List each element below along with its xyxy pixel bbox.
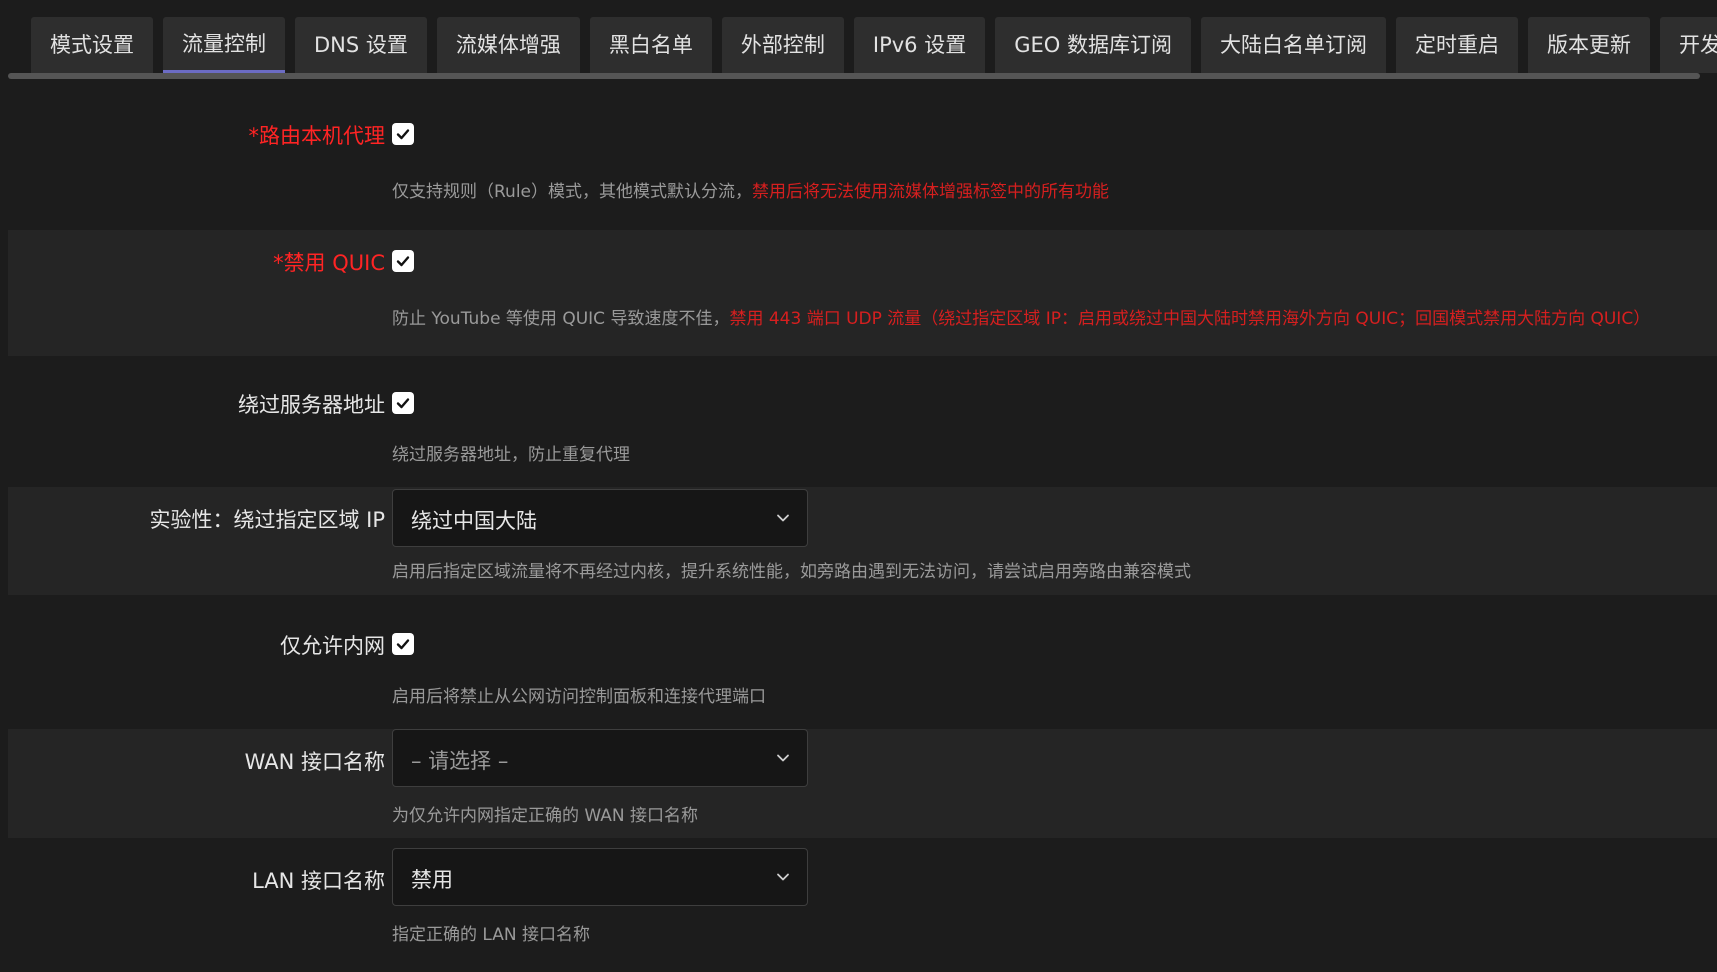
- row-route-local-proxy: *路由本机代理 仅支持规则（Rule）模式，其他模式默认分流，禁用后将无法使用流…: [8, 80, 1717, 230]
- lan-interface-label: LAN 接口名称: [252, 869, 385, 893]
- bypass-server-checkbox[interactable]: [392, 392, 414, 414]
- tab-external-control[interactable]: 外部控制: [721, 17, 844, 73]
- bypass-server-label: 绕过服务器地址: [238, 393, 385, 417]
- tab-geo-subscription[interactable]: GEO 数据库订阅: [995, 17, 1191, 73]
- tab-scrollbar[interactable]: [8, 73, 1700, 79]
- tab-black-white-list[interactable]: 黑白名单: [589, 17, 712, 73]
- row-lan-only: 仅允许内网 启用后将禁止从公网访问控制面板和连接代理端口: [8, 595, 1717, 729]
- lan-interface-select[interactable]: 禁用: [392, 848, 808, 906]
- lan-only-description: 启用后将禁止从公网访问控制面板和连接代理端口: [392, 687, 766, 707]
- disable-quic-warning: 禁用 443 端口 UDP 流量（绕过指定区域 IP：启用或绕过中国大陆时禁用海…: [729, 309, 1651, 329]
- tab-streaming-enhance[interactable]: 流媒体增强: [436, 17, 580, 73]
- wan-interface-placeholder: – 请选择 –: [411, 749, 509, 773]
- route-local-proxy-checkbox[interactable]: [392, 123, 414, 145]
- tab-ipv6-settings[interactable]: IPv6 设置: [853, 17, 986, 73]
- wan-interface-description: 为仅允许内网指定正确的 WAN 接口名称: [392, 806, 699, 826]
- route-local-proxy-warning: 禁用后将无法使用流媒体增强标签中的所有功能: [752, 182, 1110, 202]
- lan-only-label: 仅允许内网: [280, 634, 385, 658]
- checkmark-icon: [396, 398, 410, 409]
- disable-quic-label: *禁用 QUIC: [273, 251, 385, 275]
- bypass-region-description: 启用后指定区域流量将不再经过内核，提升系统性能，如旁路由遇到无法访问，请尝试启用…: [392, 562, 1191, 582]
- lan-interface-description: 指定正确的 LAN 接口名称: [392, 925, 591, 945]
- tab-traffic-control[interactable]: 流量控制: [163, 17, 285, 73]
- bypass-region-select[interactable]: 绕过中国大陆: [392, 489, 808, 547]
- row-bypass-region-ip: 实验性：绕过指定区域 IP 绕过中国大陆 启用后指定区域流量将不再经过内核，提升…: [8, 487, 1717, 595]
- row-wan-interface: WAN 接口名称 – 请选择 – 为仅允许内网指定正确的 WAN 接口名称: [8, 729, 1717, 838]
- tab-developer[interactable]: 开发者: [1659, 17, 1717, 73]
- wan-interface-select[interactable]: – 请选择 –: [392, 729, 808, 787]
- checkmark-icon: [396, 256, 410, 267]
- bypass-region-value: 绕过中国大陆: [411, 509, 537, 533]
- tab-version-update[interactable]: 版本更新: [1527, 17, 1650, 73]
- row-lan-interface: LAN 接口名称 禁用 指定正确的 LAN 接口名称: [8, 838, 1717, 952]
- route-local-proxy-label: *路由本机代理: [248, 124, 386, 148]
- lan-only-checkbox[interactable]: [392, 633, 414, 655]
- chevron-down-icon: [777, 514, 789, 522]
- checkmark-icon: [396, 639, 410, 650]
- bypass-server-description: 绕过服务器地址，防止重复代理: [392, 445, 630, 465]
- bypass-region-label: 实验性：绕过指定区域 IP: [149, 508, 385, 532]
- disable-quic-checkbox[interactable]: [392, 250, 414, 272]
- disable-quic-description: 防止 YouTube 等使用 QUIC 导致速度不佳，禁用 443 端口 UDP…: [392, 309, 1651, 329]
- tab-list: 模式设置 流量控制 DNS 设置 流媒体增强 黑白名单 外部控制 IPv6 设置…: [31, 17, 1717, 73]
- route-local-proxy-description: 仅支持规则（Rule）模式，其他模式默认分流，禁用后将无法使用流媒体增强标签中的…: [392, 182, 1110, 202]
- row-bypass-server-address: 绕过服务器地址 绕过服务器地址，防止重复代理: [8, 356, 1717, 487]
- wan-interface-label: WAN 接口名称: [244, 750, 385, 774]
- row-disable-quic: *禁用 QUIC 防止 YouTube 等使用 QUIC 导致速度不佳，禁用 4…: [8, 230, 1717, 356]
- tab-dns-settings[interactable]: DNS 设置: [295, 17, 427, 73]
- tab-china-whitelist-subscription[interactable]: 大陆白名单订阅: [1200, 17, 1386, 73]
- tab-scheduled-restart[interactable]: 定时重启: [1395, 17, 1518, 73]
- tab-bar: 模式设置 流量控制 DNS 设置 流媒体增强 黑白名单 外部控制 IPv6 设置…: [0, 0, 1717, 80]
- checkmark-icon: [396, 129, 410, 140]
- chevron-down-icon: [777, 873, 789, 881]
- chevron-down-icon: [777, 754, 789, 762]
- settings-form: *路由本机代理 仅支持规则（Rule）模式，其他模式默认分流，禁用后将无法使用流…: [8, 80, 1717, 952]
- tab-mode-settings[interactable]: 模式设置: [31, 17, 153, 73]
- lan-interface-value: 禁用: [411, 868, 453, 892]
